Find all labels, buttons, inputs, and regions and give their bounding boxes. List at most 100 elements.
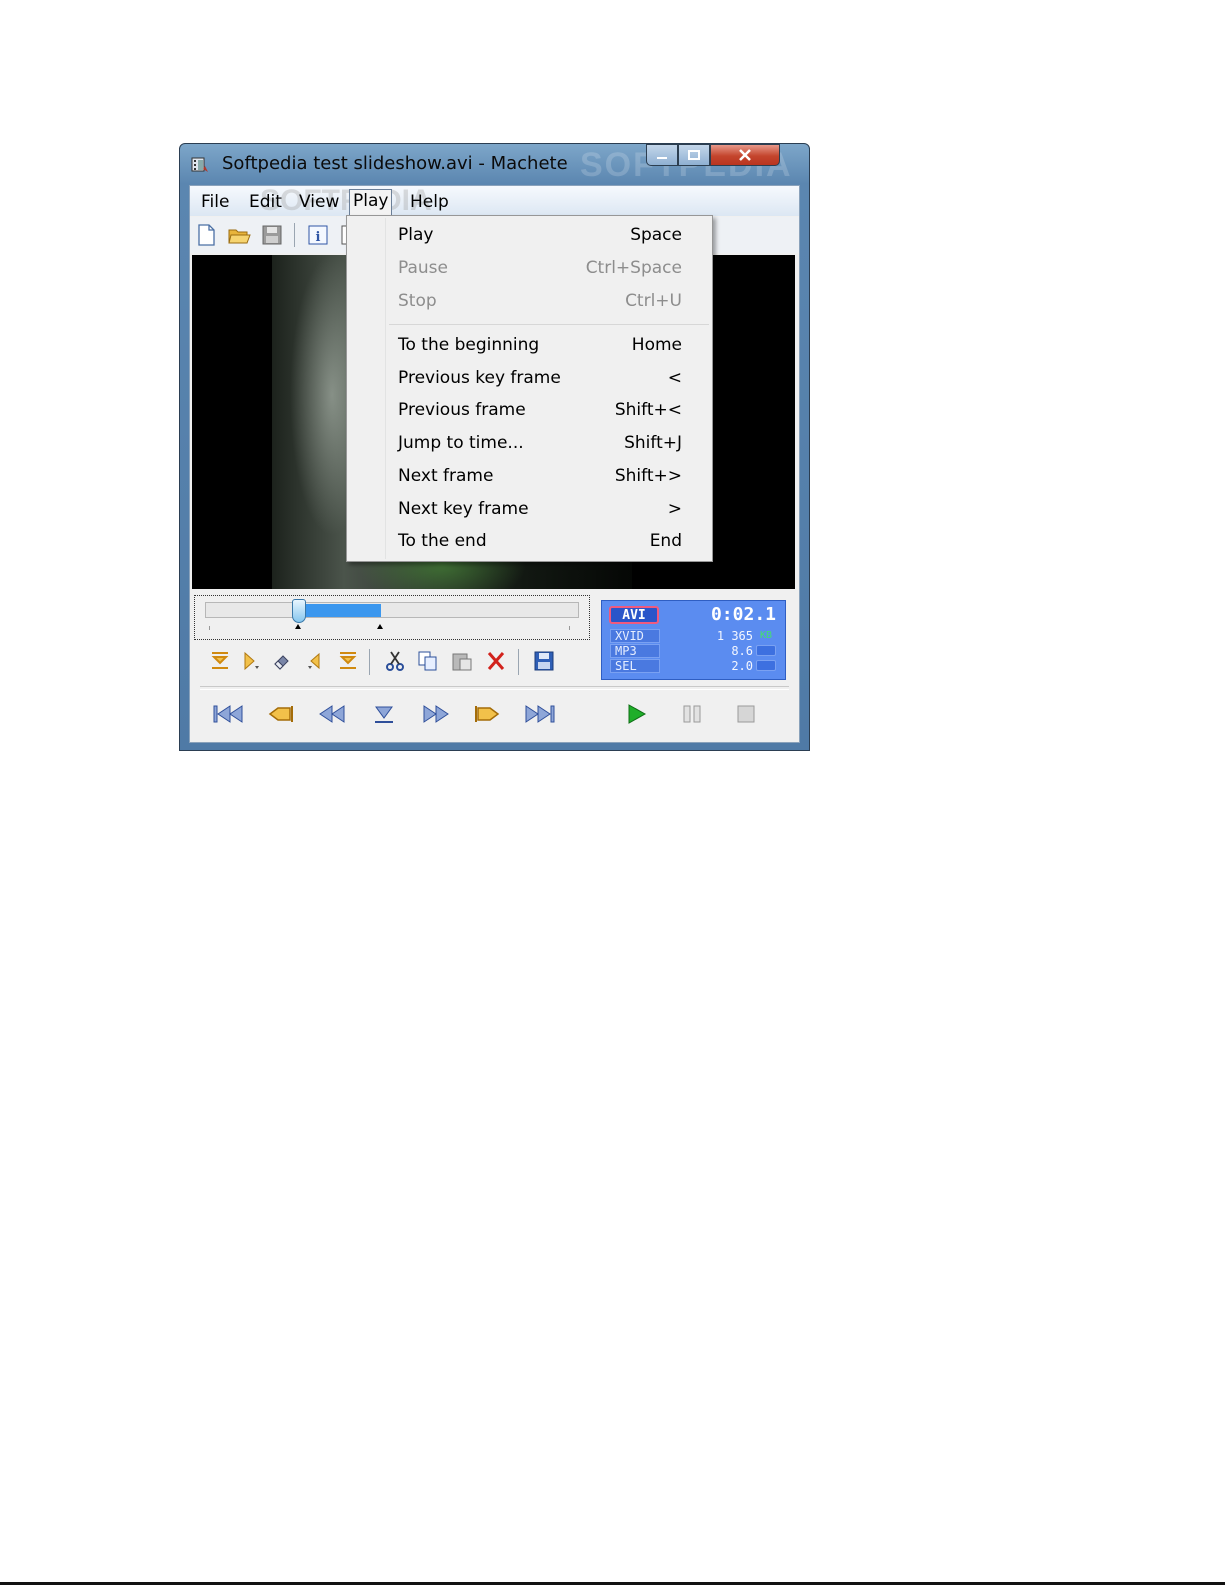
menu-help[interactable]: Help [407,191,452,213]
edit-toolbar [202,649,582,677]
menu-item-shortcut: Home [631,335,682,355]
menu-item-label: To the beginning [398,335,540,355]
menu-item-shortcut: > [667,499,682,519]
maximize-icon [688,150,700,160]
menu-bar: SOFTPEDIA File Edit View Play Help [190,184,799,217]
menu-item-next-frame[interactable]: Next frame Shift+> [349,460,710,492]
play-dropdown-menu: Play Space Pause Ctrl+Space Stop Ctrl+U … [346,215,713,562]
play-icon[interactable] [618,701,654,727]
menu-item-label: Previous key frame [398,368,561,388]
jump-to-time-icon[interactable] [366,701,402,727]
toolbar-separator [294,223,295,247]
previous-frame-icon[interactable] [314,701,350,727]
menu-item-label: Previous frame [398,400,526,420]
set-start-marker-icon[interactable] [208,649,232,673]
menu-item-label: Jump to time... [398,433,524,453]
menu-play[interactable]: Play [349,189,393,215]
menu-item-label: Pause [398,258,448,278]
previous-key-frame-icon[interactable] [262,701,298,727]
selection-range [299,604,381,617]
size-unit: KB [759,630,773,641]
film-clapper-icon [191,157,208,172]
menu-item-label: Next key frame [398,499,529,519]
menu-item-shortcut: Shift+< [614,400,682,420]
svg-text:i: i [316,230,321,245]
menu-item-shortcut: End [649,531,682,551]
selection-start-marker[interactable] [295,624,301,629]
menu-item-stop: Stop Ctrl+U [349,285,710,317]
menu-item-play[interactable]: Play Space [349,219,710,251]
selection-value: 2.0 [731,659,753,673]
selection-indicator [756,660,776,671]
title-bar[interactable]: Softpedia test slideshow.avi - Machete S… [180,144,809,184]
menu-item-shortcut: Space [630,225,682,245]
audio-codec-label: MP3 [610,644,660,658]
menu-file[interactable]: File [198,191,232,213]
menu-item-label: Next frame [398,466,494,486]
video-codec-label: XVID [610,629,660,643]
menu-view[interactable]: View [296,191,342,213]
menu-watermark: SOFTPEDIA [260,184,432,217]
audio-indicator [756,645,776,656]
new-file-icon[interactable] [194,223,218,247]
media-info-panel: AVI 0:02.1 XVID 1 365 KB MP3 8.6 SEL 2.0 [601,600,786,680]
next-key-frame-icon[interactable] [470,701,506,727]
edit-separator [369,649,370,675]
go-marker-icon[interactable] [302,649,326,673]
menu-item-jump-to-time[interactable]: Jump to time... Shift+J [349,427,710,459]
close-icon [739,149,751,161]
menu-item-next-key-frame[interactable]: Next key frame > [349,493,710,525]
menu-item-pause: Pause Ctrl+Space [349,252,710,284]
to-beginning-icon[interactable] [210,701,246,727]
info-icon[interactable]: i [306,223,330,247]
menu-item-shortcut: Ctrl+Space [585,258,682,278]
menu-edit[interactable]: Edit [246,191,285,213]
copy-icon[interactable] [416,649,440,673]
maximize-button[interactable] [678,144,710,166]
format-badge: AVI [609,606,659,624]
minimize-icon [657,157,667,159]
menu-item-previous-frame[interactable]: Previous frame Shift+< [349,394,710,426]
to-end-icon[interactable] [522,701,558,727]
selection-end-marker[interactable] [376,624,383,629]
menu-item-label: To the end [398,531,487,551]
delete-icon[interactable] [484,649,508,673]
selection-label: SEL [610,659,660,673]
pause-icon[interactable] [674,701,710,727]
navigation-toolbar [190,697,799,733]
minimize-button[interactable] [646,144,678,166]
seek-track[interactable] [205,599,579,623]
seek-bar[interactable] [194,595,590,640]
seek-thumb[interactable] [292,599,306,623]
set-end-marker-icon[interactable] [336,649,360,673]
paste-icon[interactable] [450,649,474,673]
cut-icon[interactable] [383,649,407,673]
caption-buttons [646,144,780,168]
stop-icon[interactable] [728,701,764,727]
audio-value: 8.6 [731,644,753,658]
menu-item-previous-key-frame[interactable]: Previous key frame < [349,362,710,394]
toolbar-divider [200,686,789,690]
seek-tick [209,626,210,630]
video-size-value: 1 365 [716,629,753,643]
menu-item-shortcut: < [667,368,682,388]
menu-item-to-the-beginning[interactable]: To the beginning Home [349,329,710,361]
time-readout: 0:02.1 [710,604,776,625]
menu-item-shortcut: Shift+> [614,466,682,486]
menu-item-label: Play [398,225,434,245]
edit-separator [518,649,519,675]
menu-item-label: Stop [398,291,437,311]
menu-item-to-the-end[interactable]: To the end End [349,525,710,557]
menu-separator [389,324,709,325]
save-selection-icon[interactable] [532,649,556,673]
next-frame-icon[interactable] [418,701,454,727]
menu-item-shortcut: Shift+J [624,433,682,453]
select-marker-icon[interactable] [240,649,264,673]
eraser-icon[interactable] [270,649,294,673]
seek-tick [569,626,570,630]
close-button[interactable] [710,144,780,166]
menu-item-shortcut: Ctrl+U [625,291,682,311]
save-disk-icon[interactable] [260,223,284,247]
open-folder-icon[interactable] [227,223,251,247]
window-title: Softpedia test slideshow.avi - Machete [222,153,568,174]
